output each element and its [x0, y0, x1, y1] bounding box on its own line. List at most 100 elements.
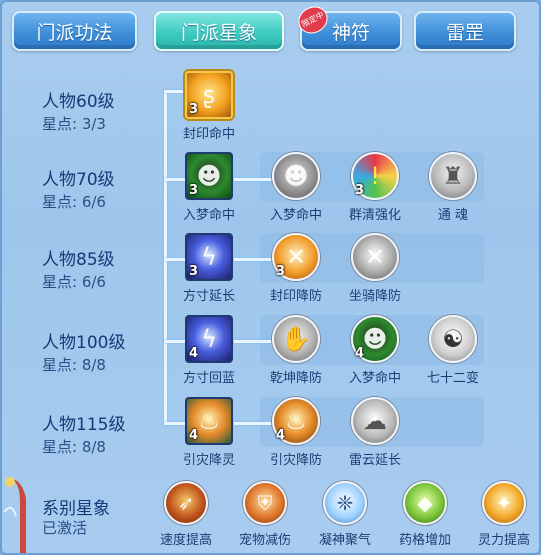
foot-glyph: ➶: [177, 491, 195, 515]
tab-label: 门派星象: [180, 22, 257, 44]
star-node[interactable]: ϟ 4 方寸回蓝: [173, 315, 245, 386]
node-label: 入梦命中: [348, 371, 401, 386]
star-node[interactable]: ♜ 通 魂: [417, 152, 489, 223]
series-node[interactable]: ✦ 灵力提高: [468, 481, 539, 548]
ornament-decoration: [2, 472, 32, 553]
node-label: 七十二变: [426, 371, 479, 386]
row-star-count: 星点: 6/6: [42, 193, 106, 211]
shield-glyph: ⛨: [257, 491, 273, 515]
node-label: 引灾降灵: [182, 453, 235, 468]
star-node[interactable]: ☁ 雷云延长: [339, 397, 411, 468]
sword-glyph: ✕: [364, 243, 386, 271]
series-node[interactable]: ◆ 药格增加: [389, 481, 461, 548]
star-node[interactable]: ♨ 4 引灾降灵: [173, 397, 245, 468]
spirit-power-icon: ✦: [482, 481, 526, 525]
yinyang-glyph: ☯: [442, 325, 464, 353]
tab-sect-stars[interactable]: 门派星象: [154, 11, 284, 51]
star-panel: 门派功法 门派星象 限定中 神符 雷罡 人物60级 星点: 3/3 ʂ 3 封印…: [0, 0, 541, 555]
dream-hit-gray-icon: ☻: [272, 152, 320, 200]
node-label: 雷云延长: [348, 453, 401, 468]
node-label: 宠物减伤: [238, 533, 291, 548]
tab-bar: 门派功法 门派星象 限定中 神符 雷罡: [2, 2, 539, 60]
disaster-spirit-icon: ♨ 4: [185, 397, 233, 445]
node-label: 药格增加: [398, 533, 451, 548]
star-node[interactable]: ✕ 坐骑降防: [339, 233, 411, 304]
row-level-title: 人物115级: [42, 415, 126, 435]
soul-link-icon: ♜: [429, 152, 477, 200]
node-label: 入梦命中: [269, 208, 322, 223]
node-level: 3: [355, 183, 365, 198]
dream-hit-icon: ☻ 4: [351, 315, 399, 363]
node-label: 入梦命中: [182, 208, 235, 223]
gem-glyph: ◆: [417, 491, 433, 515]
star-node[interactable]: ! 3 群清强化: [339, 152, 411, 223]
row-level-title: 人物60级: [42, 92, 115, 112]
node-label: 方寸回蓝: [182, 371, 235, 386]
pet-damage-reduce-icon: ⛨: [243, 481, 287, 525]
mount-defense-down-icon: ✕: [351, 233, 399, 281]
tab-label: 门派功法: [36, 22, 113, 44]
row-level-title: 人物70级: [42, 170, 115, 190]
star-node[interactable]: ♨ 4 引灾降防: [260, 397, 332, 468]
series-status: 已激活: [42, 519, 88, 537]
series-title: 系别星象: [42, 499, 110, 519]
tab-talisman[interactable]: 限定中 神符: [293, 2, 402, 51]
node-label: 方寸延长: [182, 289, 235, 304]
star-node[interactable]: ☻ 3 入梦命中: [173, 152, 245, 223]
fangcun-mana-icon: ϟ 4: [185, 315, 233, 363]
star-node[interactable]: ☻ 4 入梦命中: [339, 315, 411, 386]
star-node[interactable]: ☯ 七十二变: [417, 315, 489, 386]
meditate-glyph: ❈: [336, 491, 354, 515]
node-level: 4: [189, 428, 199, 443]
medicine-slot-icon: ◆: [403, 481, 447, 525]
statue-glyph: ♜: [442, 162, 464, 190]
series-node[interactable]: ➶ 速度提高: [150, 481, 222, 548]
tab-sect-skills[interactable]: 门派功法: [12, 11, 137, 51]
seventy-two-transform-icon: ☯: [429, 315, 477, 363]
node-level: 3: [189, 264, 199, 279]
node-label: 灵力提高: [477, 533, 530, 548]
disaster-defense-icon: ♨ 4: [272, 397, 320, 445]
node-label: 引灾降防: [269, 453, 322, 468]
qiankun-defense-down-icon: ✋: [272, 315, 320, 363]
hand-glyph: ✋: [281, 325, 311, 353]
star-node[interactable]: ☻ 入梦命中: [260, 152, 332, 223]
tab-label: 雷罡: [445, 22, 484, 44]
node-label: 凝神聚气: [318, 533, 371, 548]
node-label: 通 魂: [437, 208, 469, 223]
node-label: 速度提高: [159, 533, 212, 548]
star-node[interactable]: ✋ 乾坤降防: [260, 315, 332, 386]
cloud-glyph: ☁: [363, 407, 387, 435]
node-level: 3: [189, 183, 199, 198]
node-level: 3: [189, 102, 199, 117]
seal-defense-down-icon: ✕ 3: [272, 233, 320, 281]
row-star-count: 星点: 6/6: [42, 273, 106, 291]
speed-up-icon: ➶: [164, 481, 208, 525]
star-node[interactable]: ϟ 3 方寸延长: [173, 233, 245, 304]
node-level: 4: [189, 346, 199, 361]
star-node[interactable]: ✕ 3 封印降防: [260, 233, 332, 304]
seal-hit-icon: ʂ 3: [185, 71, 233, 119]
node-label: 封印命中: [182, 127, 235, 142]
row-star-count: 星点: 8/8: [42, 438, 106, 456]
node-label: 群清强化: [348, 208, 401, 223]
hand-glyph: ✦: [495, 491, 513, 515]
node-label: 乾坤降防: [269, 371, 322, 386]
series-node[interactable]: ⛨ 宠物减伤: [229, 481, 301, 548]
node-label: 坐骑降防: [348, 289, 401, 304]
node-level: 4: [355, 346, 365, 361]
tab-label: 神符: [331, 22, 370, 44]
tab-thunder[interactable]: 雷罡: [414, 11, 516, 51]
figure-glyph: ☻: [283, 162, 309, 190]
row-star-count: 星点: 3/3: [42, 115, 106, 133]
node-level: 4: [276, 428, 286, 443]
node-label: 封印降防: [269, 289, 322, 304]
node-level: 3: [276, 264, 286, 279]
star-node[interactable]: ʂ 3 封印命中: [173, 71, 245, 142]
row-level-title: 人物85级: [42, 250, 115, 270]
group-cleanse-icon: ! 3: [351, 152, 399, 200]
row-star-count: 星点: 8/8: [42, 356, 106, 374]
series-node[interactable]: ❈ 凝神聚气: [309, 481, 381, 548]
limited-badge: 限定中: [293, 2, 333, 39]
dream-hit-icon: ☻ 3: [185, 152, 233, 200]
